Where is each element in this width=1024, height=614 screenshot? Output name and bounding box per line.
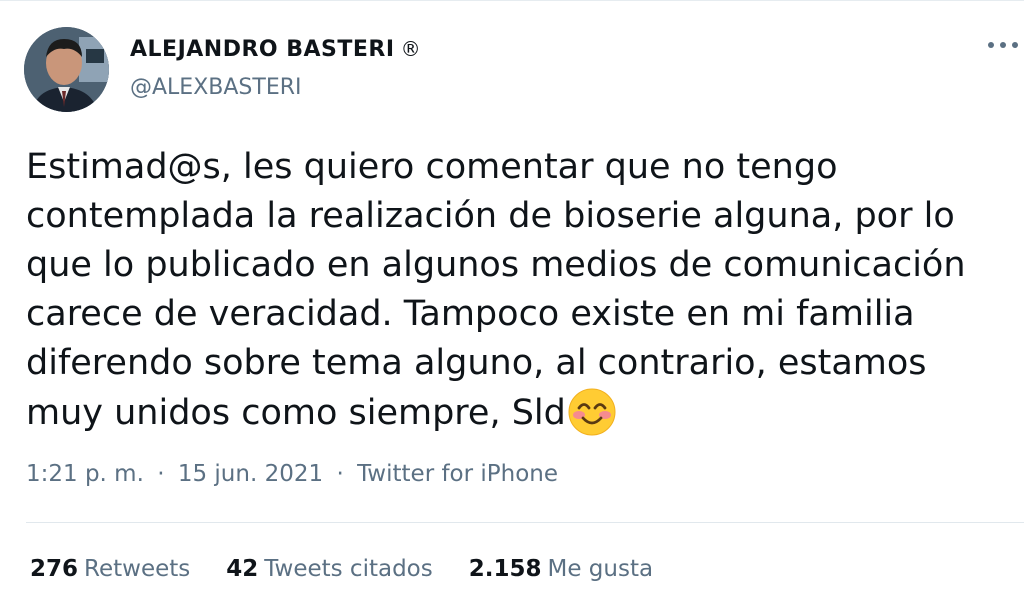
tweet-source[interactable]: Twitter for iPhone [357,461,558,487]
tweet-text-line: carece de veracidad. Tampoco existe en m… [26,294,915,334]
quote-tweets-count: 42 [226,556,259,582]
likes-count: 2.158 [468,556,542,582]
meta-separator: · [157,461,165,487]
divider [26,522,1024,523]
tweet-text-line: diferendo sobre tema alguno, al contrari… [26,343,927,383]
user-photo-icon [24,27,109,112]
tweet-text-line: contemplada la realización de bioserie a… [26,196,955,236]
tweet-text-line: que lo publicado en algunos medios de co… [26,245,966,285]
likes-stat[interactable]: 2.158 Me gusta [469,556,653,582]
tweet-time[interactable]: 1:21 p. m. [26,461,144,487]
smiling-face-emoji-icon [568,388,616,436]
author-name[interactable]: ALEJANDRO BASTERI ® [130,37,421,62]
more-options-icon[interactable] [988,35,1018,55]
tweet-text-last-words: muy unidos como siempre, Sld [26,393,566,433]
retweets-label: Retweets [84,556,191,582]
avatar[interactable] [24,27,109,112]
author-name-text: ALEJANDRO BASTERI [130,37,395,62]
meta-separator: · [336,461,344,487]
tweet-stats: 276 Retweets 42 Tweets citados 2.158 Me gus… [30,556,653,582]
tweet-metadata: 1:21 p. m. · 15 jun. 2021 · Twitter for … [26,461,558,487]
retweets-count: 276 [30,556,79,582]
registered-mark: ® [400,37,422,61]
likes-label: Me gusta [547,556,654,582]
tweet-date[interactable]: 15 jun. 2021 [178,461,323,487]
author-handle[interactable]: @ALEXBASTERI [130,75,302,100]
quote-tweets-stat[interactable]: 42 Tweets citados [226,556,432,582]
retweets-stat[interactable]: 276 Retweets [30,556,190,582]
tweet-card: ALEJANDRO BASTERI ® @ALEXBASTERI Estimad@… [0,0,1024,614]
quote-tweets-label: Tweets citados [264,556,433,582]
tweet-text: Estimad@s, les quiero comentar que no te… [26,143,1011,438]
tweet-text-line-last: muy unidos como siempre, Sld [26,388,1011,438]
tweet-text-line: Estimad@s, les quiero comentar que no te… [26,147,838,187]
